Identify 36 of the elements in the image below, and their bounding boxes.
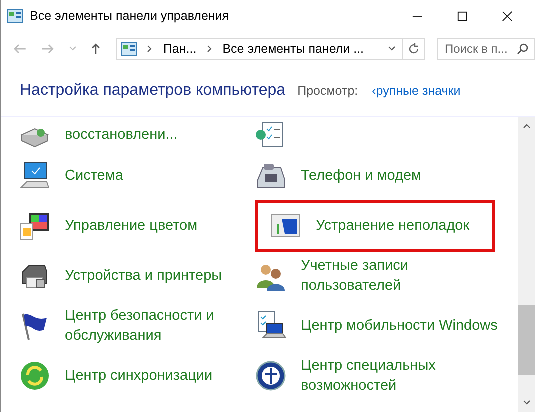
item-link[interactable]: Телефон и модем xyxy=(301,166,422,186)
scroll-thumb[interactable] xyxy=(518,305,535,375)
item-link[interactable]: Центр безопасности и обслуживания xyxy=(65,306,235,346)
accessibility-icon[interactable] xyxy=(255,360,287,392)
view-dropdown[interactable]: ‹рупные значки xyxy=(372,84,461,98)
breadcrumb[interactable]: Пан... xyxy=(163,42,197,56)
page-heading: Настройка параметров компьютера xyxy=(20,82,286,100)
color-monitor-icon[interactable] xyxy=(19,210,51,242)
chevron-right-icon xyxy=(206,45,213,53)
view-label: Просмотр: xyxy=(298,84,358,98)
window-title: Все элементы панели управления xyxy=(30,9,230,23)
refresh-icon xyxy=(408,43,420,55)
breadcrumb[interactable]: Все элементы панели ... xyxy=(222,42,364,56)
item-link[interactable]: Центр специальных возможностей xyxy=(301,356,500,396)
scrollbar[interactable] xyxy=(518,117,535,412)
maximize-icon[interactable] xyxy=(457,10,468,22)
search-icon xyxy=(517,43,529,55)
item-link[interactable]: Система xyxy=(65,166,124,186)
item-link[interactable]: восстановлени... xyxy=(65,125,178,145)
control-panel-icon xyxy=(7,9,23,23)
search-field[interactable]: Поиск в п... xyxy=(437,38,535,60)
chevron-right-icon xyxy=(147,45,154,53)
item-link[interactable]: Устройства и принтеры xyxy=(65,266,222,286)
item-link[interactable]: Устранение неполадок xyxy=(316,216,470,236)
scroll-up-icon[interactable] xyxy=(522,123,530,129)
refresh-button[interactable] xyxy=(403,38,425,60)
close-icon[interactable] xyxy=(502,10,513,22)
chevron-down-icon[interactable] xyxy=(388,46,396,52)
item-link[interactable]: Учетные записи пользователей xyxy=(301,256,500,296)
item-link[interactable]: Центр синхронизации xyxy=(65,366,213,386)
item-link[interactable]: Управление цветом xyxy=(65,216,198,236)
sync-icon[interactable] xyxy=(19,360,51,392)
scroll-down-icon[interactable] xyxy=(522,400,530,406)
control-panel-icon xyxy=(121,42,138,56)
address-bar[interactable]: Пан... Все элементы панели ... xyxy=(116,38,404,60)
item-link[interactable]: Центр мобильности Windows xyxy=(301,316,498,336)
